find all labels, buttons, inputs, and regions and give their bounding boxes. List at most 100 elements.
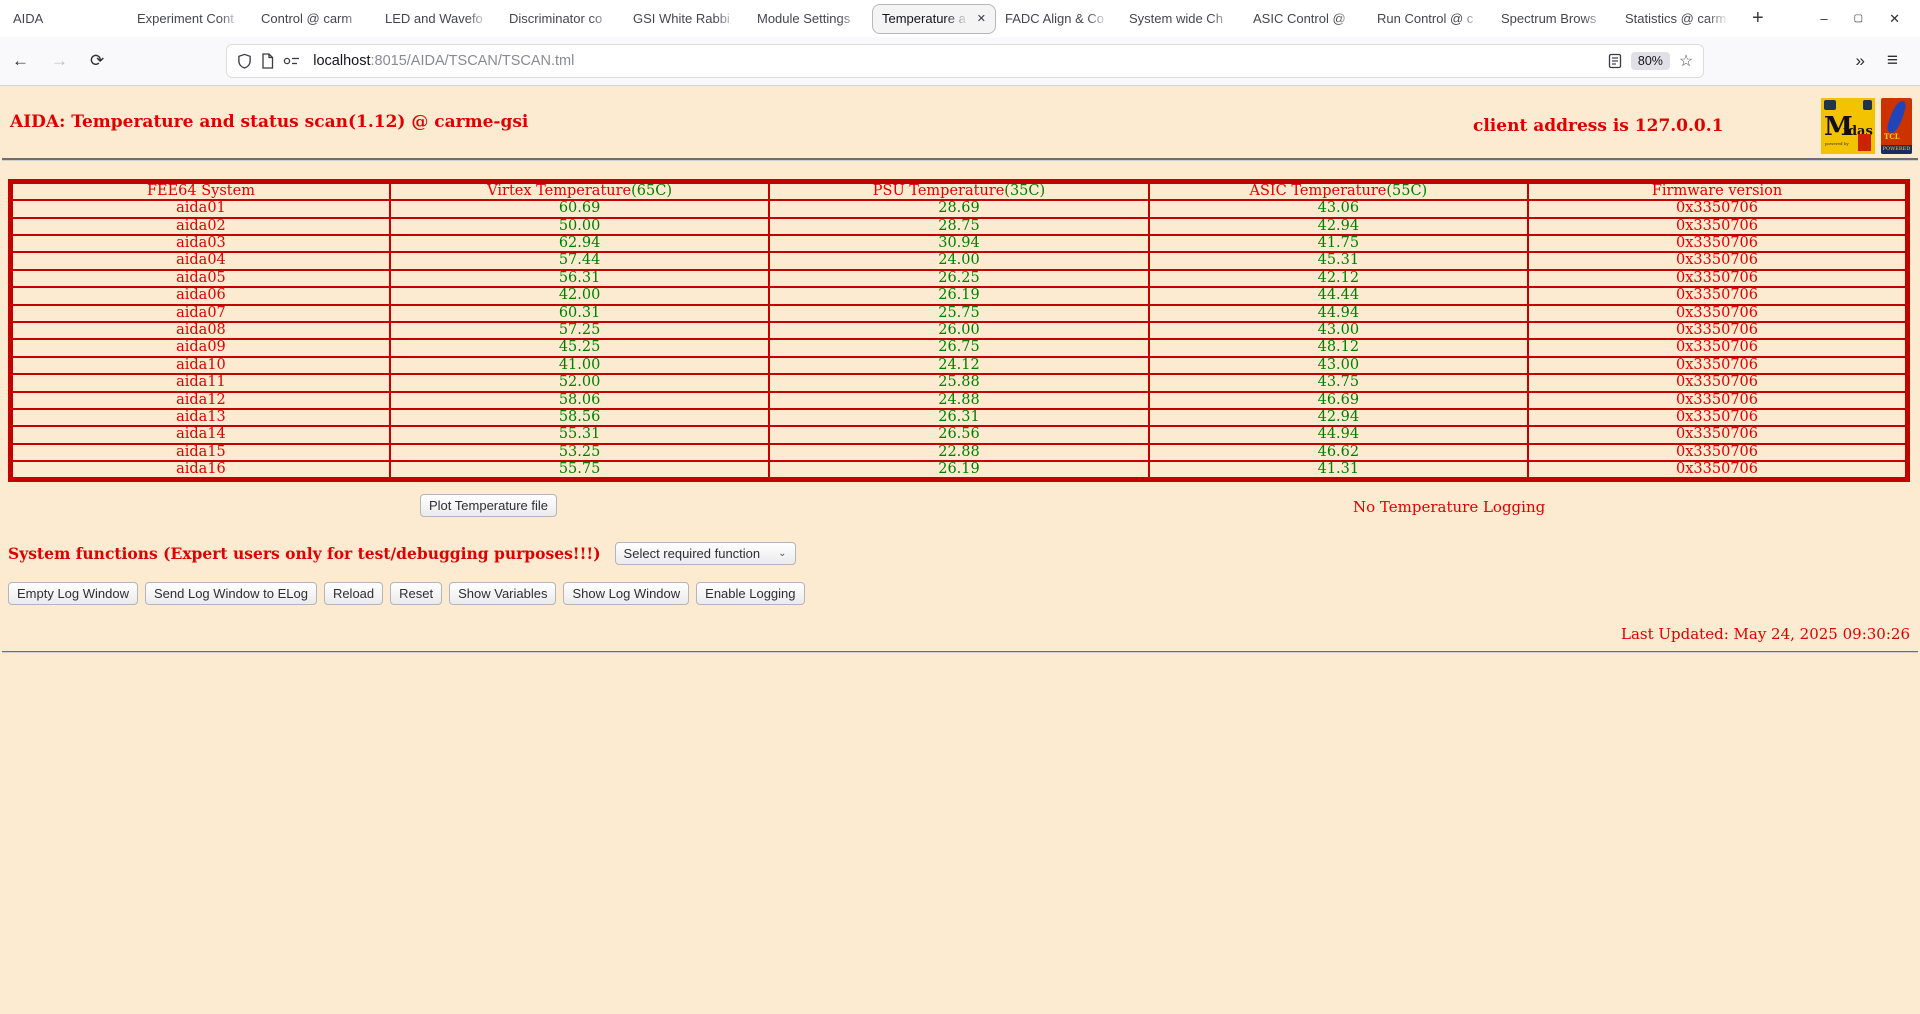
reload-button[interactable]: Reload xyxy=(324,582,383,605)
table-cell: 26.19 xyxy=(769,287,1148,304)
table-cell: 28.75 xyxy=(769,218,1148,235)
page-title: AIDA: Temperature and status scan(1.12) … xyxy=(10,112,528,132)
table-cell: 42.12 xyxy=(1149,270,1528,287)
browser-tab-bar: AIDA Experiment Cont Control @ carm LED and… xyxy=(0,0,1920,37)
tab-label: ASIC Control @ xyxy=(1253,11,1359,26)
browser-tab-13[interactable]: Spectrum Brows xyxy=(1492,4,1616,34)
show-variables-button[interactable]: Show Variables xyxy=(449,582,556,605)
reader-mode-icon[interactable] xyxy=(1608,53,1622,69)
empty-log-window-button[interactable]: Empty Log Window xyxy=(8,582,138,605)
back-icon[interactable]: ← xyxy=(12,51,29,71)
tab-label: FADC Align & Co xyxy=(1005,11,1111,26)
browser-tab-2[interactable]: Experiment Cont xyxy=(128,4,252,34)
table-cell: 43.00 xyxy=(1149,322,1528,339)
table-cell: 53.25 xyxy=(390,444,769,461)
table-cell: 22.88 xyxy=(769,444,1148,461)
browser-tab-12[interactable]: Run Control @ c xyxy=(1368,4,1492,34)
window-close-button[interactable]: ✕ xyxy=(1889,12,1900,25)
browser-tab-3[interactable]: Control @ carm xyxy=(252,4,376,34)
table-row-aida16: aida1655.7526.1941.310x3350706 xyxy=(11,461,1908,480)
tab-label: Module Settings xyxy=(757,11,863,26)
enable-logging-button[interactable]: Enable Logging xyxy=(696,582,804,605)
browser-tab-14[interactable]: Statistics @ carm xyxy=(1616,4,1740,34)
table-cell: 24.12 xyxy=(769,357,1148,374)
chevron-down-icon: ⌄ xyxy=(778,548,786,559)
table-row-aida06: aida0642.0026.1944.440x3350706 xyxy=(11,287,1908,304)
action-buttons-row: Empty Log Window Send Log Window to ELog R… xyxy=(8,582,1920,605)
table-row-aida10: aida1041.0024.1243.000x3350706 xyxy=(11,357,1908,374)
send-log-window-to-elog-button[interactable]: Send Log Window to ELog xyxy=(145,582,317,605)
table-cell: aida12 xyxy=(11,392,390,409)
url-host: localhost xyxy=(313,53,370,69)
table-cell: 41.31 xyxy=(1149,461,1528,480)
tab-label: Statistics @ carm xyxy=(1625,11,1731,26)
browser-tab-4[interactable]: LED and Wavefo xyxy=(376,4,500,34)
table-cell: 0x3350706 xyxy=(1528,200,1907,217)
table-cell: 58.06 xyxy=(390,392,769,409)
show-log-window-button[interactable]: Show Log Window xyxy=(563,582,689,605)
browser-tab-10[interactable]: System wide Ch xyxy=(1120,4,1244,34)
table-cell: 0x3350706 xyxy=(1528,235,1907,252)
tab-label: Run Control @ c xyxy=(1377,11,1483,26)
bottom-divider xyxy=(2,651,1918,653)
tab-close-icon[interactable]: ✕ xyxy=(973,12,986,25)
window-minimize-button[interactable]: – xyxy=(1820,12,1827,25)
url-bar[interactable]: localhost:8015/AIDA/TSCAN/TSCAN.tml 80% … xyxy=(226,44,1704,78)
table-cell: 25.88 xyxy=(769,374,1148,391)
midas-logo[interactable]: M idas powered by xyxy=(1821,98,1875,154)
browser-tab-8[interactable]: Temperature a✕ xyxy=(872,4,996,34)
browser-tab-1[interactable]: AIDA xyxy=(4,4,128,34)
table-cell: aida06 xyxy=(11,287,390,304)
tcl-logo-text: TCL xyxy=(1884,132,1900,141)
table-row-aida02: aida0250.0028.7542.940x3350706 xyxy=(11,218,1908,235)
table-cell: 57.25 xyxy=(390,322,769,339)
new-tab-button[interactable]: + xyxy=(1740,7,1776,30)
table-row-aida07: aida0760.3125.7544.940x3350706 xyxy=(11,305,1908,322)
reset-button[interactable]: Reset xyxy=(390,582,442,605)
app-menu-icon[interactable]: ≡ xyxy=(1887,50,1898,72)
table-cell: 25.75 xyxy=(769,305,1148,322)
page-icon[interactable] xyxy=(261,53,274,69)
table-cell: 0x3350706 xyxy=(1528,339,1907,356)
table-cell: 0x3350706 xyxy=(1528,409,1907,426)
window-maximize-button[interactable]: ▢ xyxy=(1854,14,1863,24)
table-cell: 26.56 xyxy=(769,426,1148,443)
overflow-menu-icon[interactable]: » xyxy=(1855,51,1862,71)
table-cell: 58.56 xyxy=(390,409,769,426)
shield-icon[interactable] xyxy=(237,53,252,69)
table-cell: 0x3350706 xyxy=(1528,444,1907,461)
tcl-powered-logo[interactable]: TCL POWERED xyxy=(1881,98,1912,154)
browser-tab-9[interactable]: FADC Align & Co xyxy=(996,4,1120,34)
midas-lamp-icon xyxy=(1824,100,1836,110)
table-header-row: FEE64 SystemVirtex Temperature(65C)PSU T… xyxy=(11,182,1908,201)
table-row-aida05: aida0556.3126.2542.120x3350706 xyxy=(11,270,1908,287)
table-cell: aida16 xyxy=(11,461,390,480)
bookmark-star-icon[interactable]: ☆ xyxy=(1679,51,1693,71)
system-function-select[interactable]: Select required function ⌄ xyxy=(615,542,796,565)
table-cell: 41.75 xyxy=(1149,235,1528,252)
browser-tab-7[interactable]: Module Settings xyxy=(748,4,872,34)
table-cell: 0x3350706 xyxy=(1528,392,1907,409)
browser-tab-11[interactable]: ASIC Control @ xyxy=(1244,4,1368,34)
browser-tab-6[interactable]: GSI White Rabbi xyxy=(624,4,748,34)
tab-label: Control @ carm xyxy=(261,11,367,26)
plot-temperature-file-button[interactable]: Plot Temperature file xyxy=(420,494,557,517)
permissions-icon[interactable] xyxy=(283,54,300,68)
table-cell: aida08 xyxy=(11,322,390,339)
table-cell: 62.94 xyxy=(390,235,769,252)
reload-icon[interactable]: ⟳ xyxy=(90,51,104,71)
url-text[interactable]: localhost:8015/AIDA/TSCAN/TSCAN.tml xyxy=(313,53,1599,69)
table-cell: 0x3350706 xyxy=(1528,426,1907,443)
table-cell: aida10 xyxy=(11,357,390,374)
table-cell: 42.00 xyxy=(390,287,769,304)
table-cell: 56.31 xyxy=(390,270,769,287)
table-row-aida04: aida0457.4424.0045.310x3350706 xyxy=(11,252,1908,269)
zoom-level-badge[interactable]: 80% xyxy=(1631,52,1670,70)
table-cell: 0x3350706 xyxy=(1528,461,1907,480)
column-header: ASIC Temperature(55C) xyxy=(1149,182,1528,201)
browser-tab-5[interactable]: Discriminator co xyxy=(500,4,624,34)
table-cell: 0x3350706 xyxy=(1528,322,1907,339)
system-functions-label: System functions (Expert users only for … xyxy=(8,544,601,563)
tab-label: Experiment Cont xyxy=(137,11,243,26)
table-cell: 52.00 xyxy=(390,374,769,391)
